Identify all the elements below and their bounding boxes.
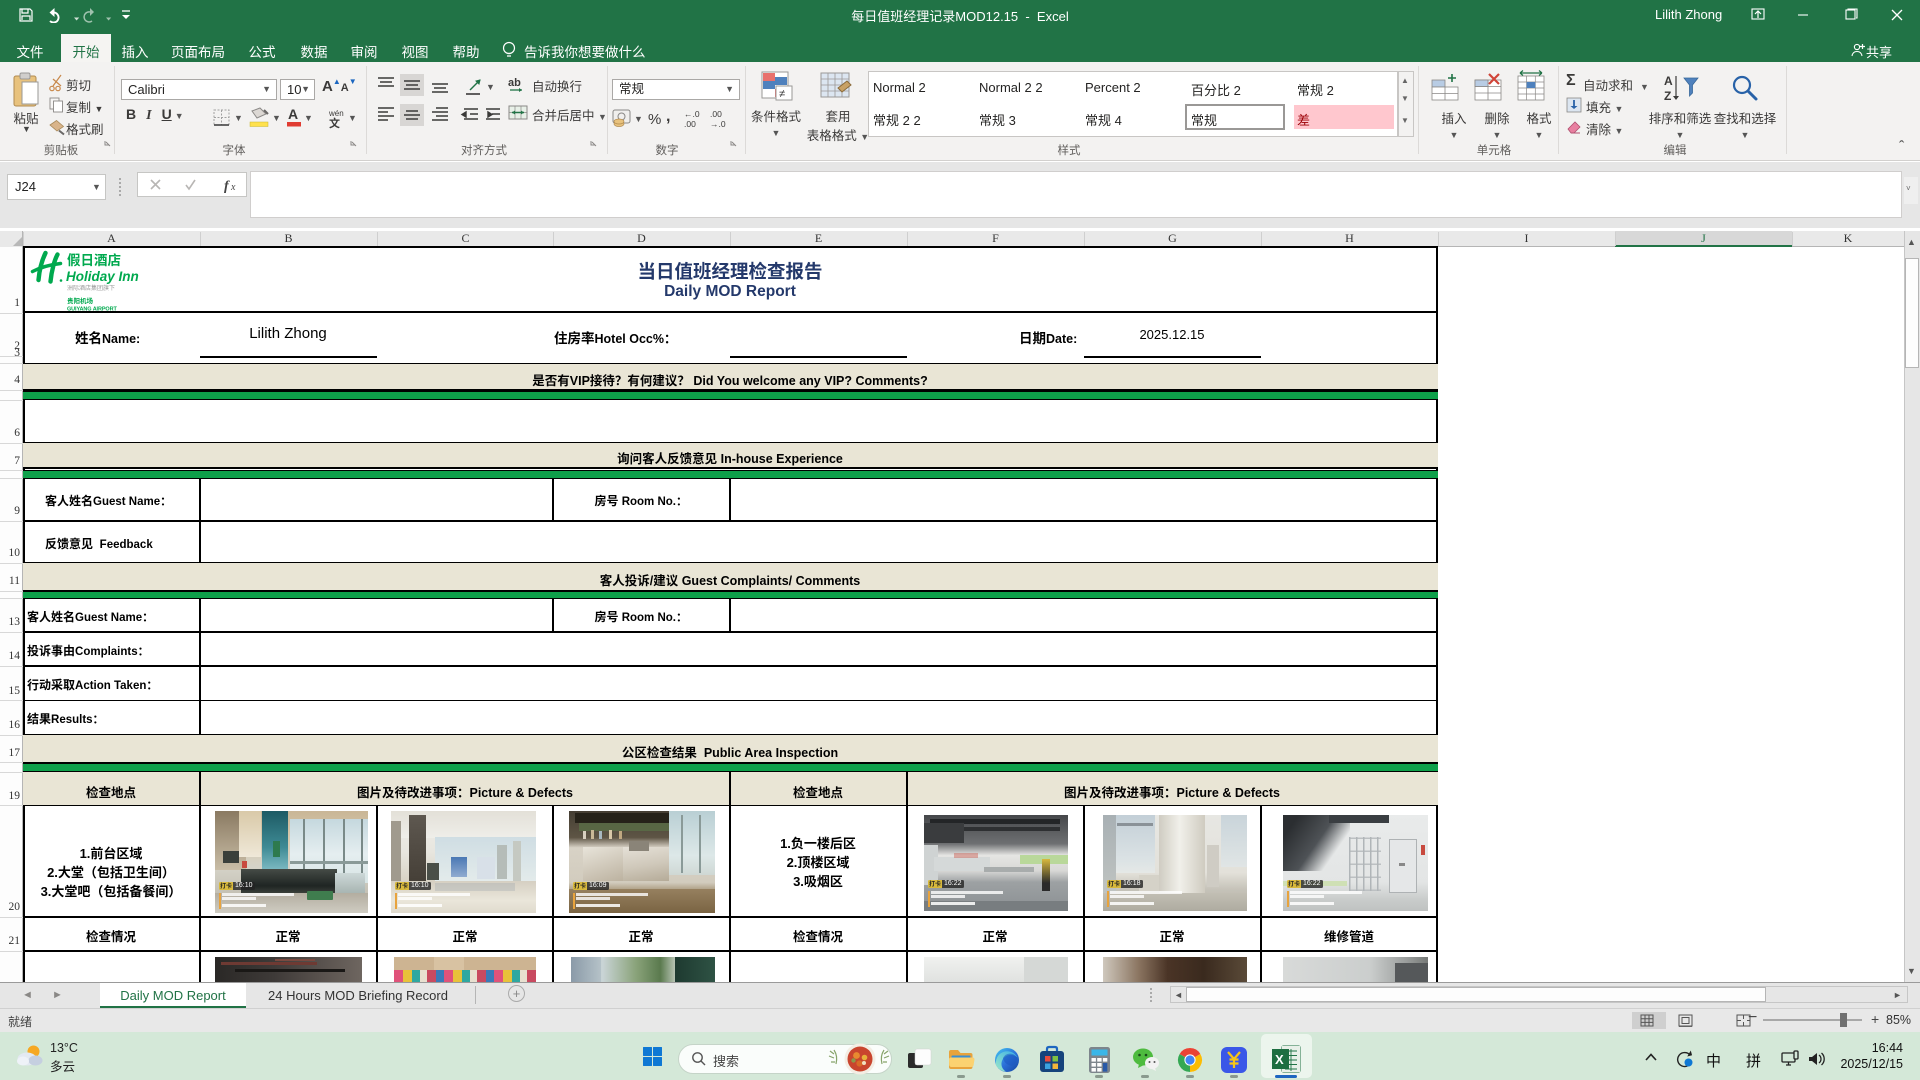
svg-text:贵阳机场: 贵阳机场 xyxy=(67,295,94,305)
svg-text:文: 文 xyxy=(329,116,340,130)
svg-text:A: A xyxy=(1664,74,1673,88)
svg-text:▼: ▼ xyxy=(634,114,643,124)
svg-text:x: x xyxy=(230,182,236,193)
svg-text:.00: .00 xyxy=(710,109,722,119)
svg-text:,: , xyxy=(666,108,670,125)
svg-text:f: f xyxy=(224,179,230,193)
svg-text:ab: ab xyxy=(508,77,521,89)
svg-text:▼: ▼ xyxy=(486,82,495,92)
svg-text:wén: wén xyxy=(328,109,344,118)
svg-text:Holiday Inn: Holiday Inn xyxy=(66,269,139,284)
svg-text:▼: ▼ xyxy=(348,113,357,123)
svg-text:假日酒店: 假日酒店 xyxy=(67,249,121,269)
svg-text:%: % xyxy=(648,111,661,128)
svg-text:▼: ▼ xyxy=(272,113,281,123)
svg-text:GUIYANG AIRPORT: GUIYANG AIRPORT xyxy=(67,307,117,313)
svg-text:→.0: →.0 xyxy=(710,119,726,129)
svg-text:Z: Z xyxy=(1664,89,1671,103)
svg-text:.00: .00 xyxy=(684,119,696,129)
svg-text:▼: ▼ xyxy=(304,113,313,123)
svg-text:X: X xyxy=(1275,1052,1284,1067)
svg-text:←.0: ←.0 xyxy=(684,109,700,119)
svg-text:A: A xyxy=(288,106,298,122)
svg-text:≠: ≠ xyxy=(779,88,785,100)
svg-text:▼: ▼ xyxy=(234,113,243,123)
svg-text:洲际酒店集团旗下: 洲际酒店集团旗下 xyxy=(67,283,115,292)
